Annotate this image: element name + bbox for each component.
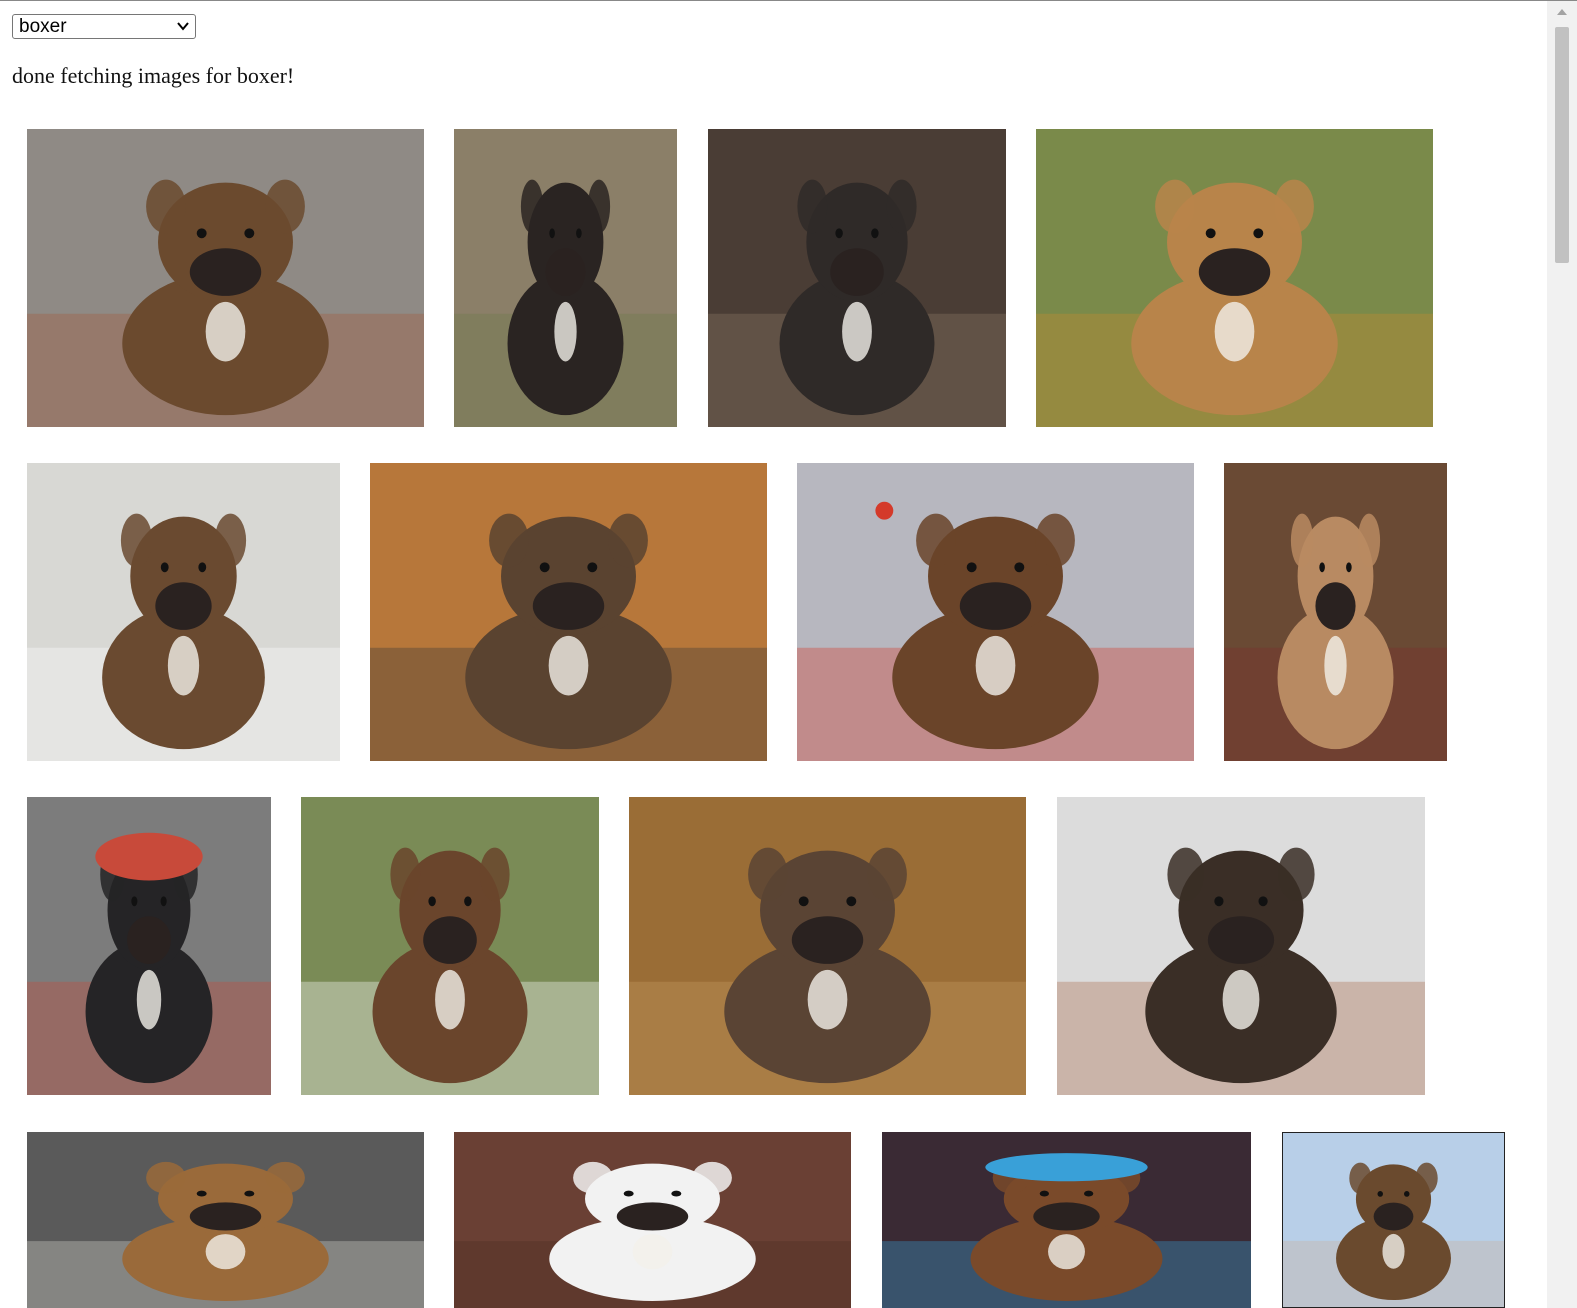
window-top-border [0, 0, 1577, 1]
dog-photo [708, 129, 1006, 427]
boxer-image-8[interactable] [1224, 463, 1447, 761]
scrollbar-thumb[interactable] [1555, 27, 1569, 263]
boxer-image-15[interactable] [882, 1132, 1251, 1308]
dog-photo [1224, 463, 1447, 761]
boxer-image-14[interactable] [454, 1132, 851, 1308]
dog-photo [27, 797, 271, 1095]
boxer-image-12[interactable] [1057, 797, 1425, 1095]
boxer-image-4[interactable] [1036, 129, 1433, 427]
vertical-scrollbar[interactable] [1547, 1, 1577, 1308]
dog-photo [454, 129, 677, 427]
boxer-image-3[interactable] [708, 129, 1006, 427]
dog-photo [882, 1132, 1251, 1308]
boxer-image-1[interactable] [27, 129, 424, 427]
breed-select[interactable]: boxer [12, 14, 196, 39]
boxer-image-6[interactable] [370, 463, 767, 761]
dog-photo [1036, 129, 1433, 427]
boxer-image-2[interactable] [454, 129, 677, 427]
chevron-down-icon [177, 22, 189, 31]
dog-photo [370, 463, 767, 761]
status-message: done fetching images for boxer! [12, 63, 295, 88]
scroll-up-arrow-icon[interactable] [1557, 9, 1567, 15]
boxer-image-5[interactable] [27, 463, 340, 761]
boxer-image-13[interactable] [27, 1132, 424, 1308]
dog-photo [797, 463, 1194, 761]
boxer-image-9[interactable] [27, 797, 271, 1095]
dog-photo [1283, 1133, 1504, 1307]
dog-photo [454, 1132, 851, 1308]
dog-photo [629, 797, 1026, 1095]
dog-photo [1057, 797, 1425, 1095]
boxer-image-10[interactable] [301, 797, 599, 1095]
dog-photo [27, 129, 424, 427]
dog-photo [301, 797, 599, 1095]
dog-photo [27, 463, 340, 761]
breed-select-value: boxer [19, 16, 67, 37]
boxer-image-7[interactable] [797, 463, 1194, 761]
boxer-image-11[interactable] [629, 797, 1026, 1095]
dog-photo [27, 1132, 424, 1308]
boxer-image-16[interactable] [1282, 1132, 1505, 1308]
